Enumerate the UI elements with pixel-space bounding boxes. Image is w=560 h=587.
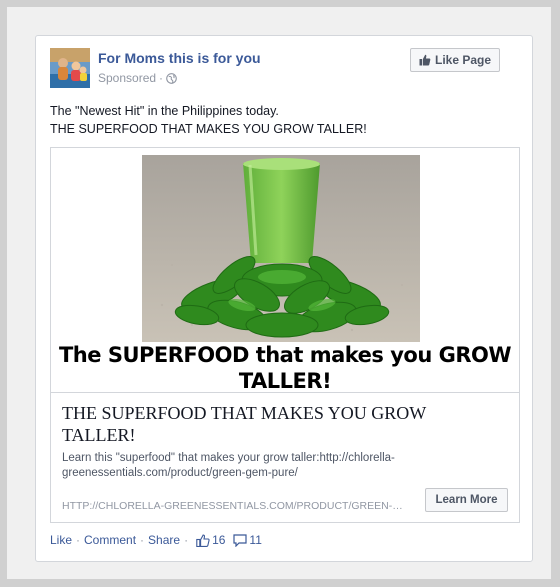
comment-link[interactable]: Comment: [84, 533, 136, 547]
meta-separator: ·: [159, 71, 164, 85]
page-name-link[interactable]: For Moms this is for you: [98, 50, 261, 66]
image-caption-line: TALLER!: [238, 369, 332, 393]
comment-count-value: 11: [249, 533, 262, 547]
post-text: The "Newest Hit" in the Philippines toda…: [50, 102, 520, 138]
comment-count[interactable]: 11: [233, 533, 262, 547]
image-caption-line: The SUPERFOOD that makes you GROW: [58, 343, 512, 367]
smoothie-spinach-photo[interactable]: [142, 155, 420, 342]
action-separator: ·: [76, 533, 81, 547]
link-description-line: greenessentials.com/product/green-gem-pu…: [62, 467, 298, 479]
post-meta: Sponsored ·: [98, 71, 177, 85]
post-actions: Like · Comment · Share · 16 11: [50, 533, 262, 547]
link-title-line: TALLER!: [62, 425, 136, 445]
globe-icon[interactable]: [166, 72, 177, 84]
post-text-line: THE SUPERFOOD THAT MAKES YOU GROW TALLER…: [50, 122, 367, 136]
sponsored-label[interactable]: Sponsored: [98, 71, 156, 85]
learn-more-button[interactable]: Learn More: [425, 488, 508, 512]
link-description: Learn this "superfood" that makes your g…: [62, 451, 452, 481]
page-avatar[interactable]: [50, 48, 90, 88]
link-preview[interactable]: The SUPERFOOD that makes you GROW TALLER…: [50, 147, 520, 523]
image-caption: The SUPERFOOD that makes you GROW TALLER…: [51, 342, 519, 394]
like-page-label: Like Page: [434, 53, 492, 67]
link-description-line: Learn this "superfood" that makes your g…: [62, 452, 395, 464]
post-text-line: The "Newest Hit" in the Philippines toda…: [50, 104, 279, 118]
post-card: For Moms this is for you Sponsored · Lik…: [35, 35, 533, 562]
ad-frame: For Moms this is for you Sponsored · Lik…: [7, 7, 551, 579]
comment-icon: [233, 533, 248, 547]
like-page-button[interactable]: Like Page: [410, 48, 500, 72]
link-image-area[interactable]: The SUPERFOOD that makes you GROW TALLER…: [51, 148, 519, 393]
link-title-line: THE SUPERFOOD THAT MAKES YOU GROW: [62, 403, 427, 423]
action-separator: ·: [140, 533, 145, 547]
link-title[interactable]: THE SUPERFOOD THAT MAKES YOU GROW TALLER…: [62, 402, 502, 446]
action-separator: ·: [184, 533, 189, 547]
thumbs-up-icon: [196, 533, 210, 547]
link-url: HTTP://CHLORELLA-GREENESSENTIALS.COM/PRO…: [62, 500, 403, 512]
like-link[interactable]: Like: [50, 533, 72, 547]
like-count[interactable]: 16: [196, 533, 225, 547]
thumbs-up-icon: [419, 54, 431, 66]
share-link[interactable]: Share: [148, 533, 180, 547]
like-count-value: 16: [212, 533, 226, 547]
